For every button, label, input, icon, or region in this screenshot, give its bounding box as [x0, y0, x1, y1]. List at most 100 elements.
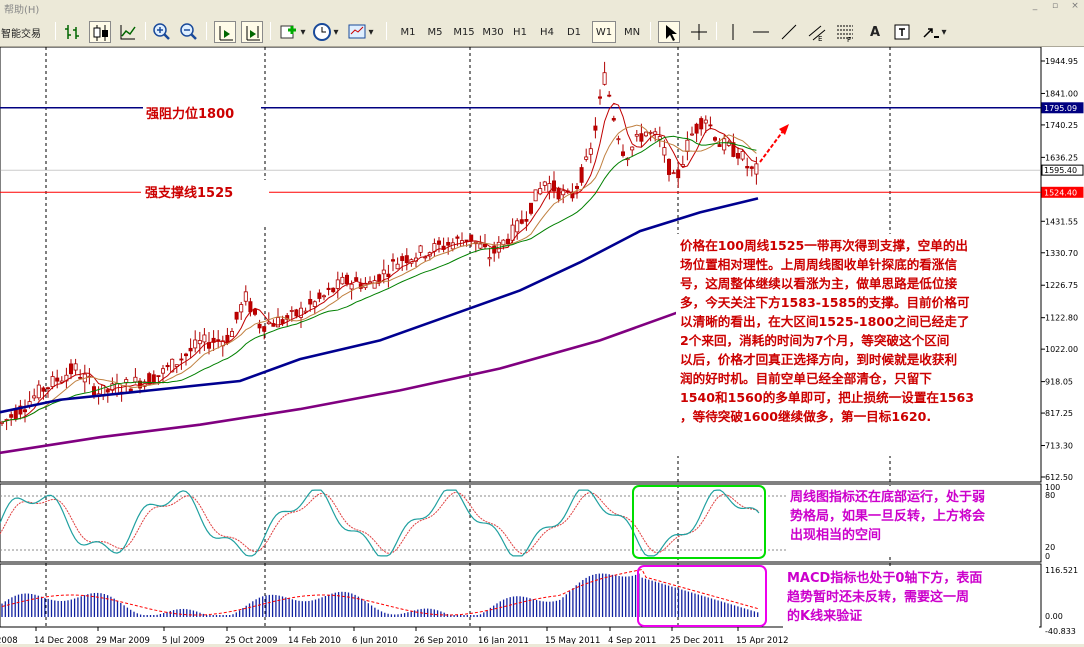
candle-body — [344, 274, 349, 285]
candle-body — [193, 339, 198, 349]
stochastic-note-line: 周线图指标还在底部运行，处于弱 — [790, 490, 986, 505]
candle-body — [584, 156, 589, 160]
candle-body — [160, 368, 165, 374]
candle-body — [165, 365, 170, 368]
stochastic-axis-label: 20 — [1045, 543, 1055, 552]
arrows-icon[interactable] — [920, 21, 942, 43]
horizontal-line-icon[interactable] — [750, 21, 772, 43]
fibonacci-icon[interactable]: F — [834, 21, 856, 44]
timeframe-mn[interactable]: MN — [620, 21, 644, 43]
restore-button[interactable]: ▫ — [1048, 0, 1062, 12]
date-axis-label: 4 Sep 2011 — [608, 636, 656, 644]
chart-window[interactable]: 1944.95 1841.00 1740.25 1636.25 1431.55 1330.… — [0, 46, 1084, 646]
candle-body — [354, 277, 359, 282]
timeframe-h1[interactable]: H1 — [509, 21, 531, 43]
candle-body — [749, 166, 754, 169]
candle-body — [280, 319, 285, 324]
text-tool-button[interactable]: A — [864, 21, 886, 43]
chevron-down-icon[interactable]: ▾ — [940, 21, 948, 43]
analysis-note-line: 价格在100周线1525一带再次得到支撑，空单的出 — [680, 238, 969, 253]
indicators-icon[interactable] — [278, 21, 300, 43]
macd-axis-label: 116.521 — [1045, 566, 1078, 575]
close-button[interactable]: × — [1068, 0, 1082, 12]
date-axis-label: 25 Dec 2011 — [670, 636, 724, 644]
expert-trade-button[interactable]: 智能交易 — [0, 21, 42, 43]
menu-help[interactable]: 帮助(H) — [4, 1, 39, 16]
candle-body — [717, 144, 722, 147]
trend-line-icon[interactable] — [778, 21, 800, 43]
svg-text:E: E — [818, 35, 822, 43]
candle-body — [533, 189, 538, 202]
price-axis-label: 612.50 — [1045, 473, 1073, 482]
candle-body — [317, 292, 322, 299]
timeframe-h4[interactable]: H4 — [536, 21, 558, 43]
candle-body — [229, 331, 234, 337]
vertical-line-icon[interactable] — [722, 21, 744, 43]
candle-body — [197, 340, 202, 345]
cursor-arrow-icon[interactable] — [658, 21, 680, 43]
candle-body — [662, 147, 667, 156]
stochastic-axis-label: 0 — [1045, 552, 1050, 561]
candle-body — [745, 166, 750, 169]
candle-body — [524, 219, 529, 222]
price-axis-label: 1122.80 — [1045, 314, 1078, 323]
auto-scroll-icon[interactable] — [214, 21, 236, 43]
timeframe-m1[interactable]: M1 — [397, 21, 419, 43]
minimize-button[interactable]: _ — [1028, 0, 1042, 12]
candle-body — [69, 363, 74, 375]
candle-body — [390, 259, 395, 262]
candle-body — [455, 236, 460, 239]
candle-body — [478, 243, 483, 249]
candlestick-chart-icon[interactable] — [89, 21, 111, 43]
candle-body — [708, 124, 713, 127]
price-axis-label: 1226.75 — [1045, 281, 1078, 290]
candle-body — [593, 125, 598, 131]
candle-body — [36, 384, 41, 399]
candle-body — [556, 187, 561, 200]
candle-body — [404, 255, 409, 264]
candle-body — [262, 326, 267, 332]
bar-chart-icon[interactable] — [62, 21, 84, 43]
timeframe-m15[interactable]: M15 — [451, 21, 477, 43]
analysis-note: 价格在100周线1525一带再次得到支撑，空单的出 场位置相对理性。上周周线图收单… — [676, 234, 1036, 456]
periods-clock-icon[interactable] — [311, 21, 333, 43]
candle-body — [501, 239, 506, 245]
zoom-out-icon[interactable] — [178, 21, 200, 43]
text-label-icon[interactable] — [891, 21, 913, 43]
crosshair-icon[interactable] — [688, 21, 710, 43]
candle-body — [694, 123, 699, 134]
candle-body — [644, 131, 649, 137]
candle-body — [754, 163, 759, 175]
date-axis-label: 16 Jan 2011 — [478, 636, 529, 644]
templates-icon[interactable] — [346, 21, 368, 43]
zoom-in-icon[interactable] — [151, 21, 173, 43]
candle-body — [46, 387, 51, 390]
candle-body — [216, 339, 221, 342]
timeframe-d1[interactable]: D1 — [563, 21, 585, 43]
macd-note-line: 趋势暂时还未反转，需要这一周 — [787, 590, 970, 605]
candle-body — [492, 245, 497, 254]
candle-body — [607, 94, 612, 97]
chevron-down-icon[interactable]: ▾ — [332, 21, 340, 43]
price-axis-label: 1740.25 — [1045, 121, 1078, 130]
chart-shift-icon[interactable] — [241, 21, 263, 43]
candle-body — [699, 118, 704, 130]
candle-body — [243, 291, 248, 302]
candle-body — [78, 376, 83, 379]
stochastic-axis-label: 80 — [1045, 491, 1055, 500]
timeframe-m5[interactable]: M5 — [424, 21, 446, 43]
analysis-note-line: 以清晰的看出，在大区间1525-1800之间已经走了 — [680, 314, 970, 329]
chevron-down-icon[interactable]: ▾ — [299, 21, 307, 43]
equidistant-channel-icon[interactable]: E — [806, 21, 828, 43]
timeframe-m30[interactable]: M30 — [480, 21, 506, 43]
candle-body — [151, 374, 156, 384]
line-chart-icon[interactable] — [117, 21, 139, 43]
candle-body — [510, 224, 515, 241]
resistance-label: 强阻力位1800 — [143, 102, 261, 128]
candle-body — [183, 353, 188, 357]
candle-body — [579, 167, 584, 183]
timeframe-w1[interactable]: W1 — [592, 21, 616, 43]
chevron-down-icon[interactable]: ▾ — [367, 21, 375, 43]
candle-body — [552, 180, 557, 192]
date-axis-label: 15 May 2011 — [545, 636, 600, 644]
